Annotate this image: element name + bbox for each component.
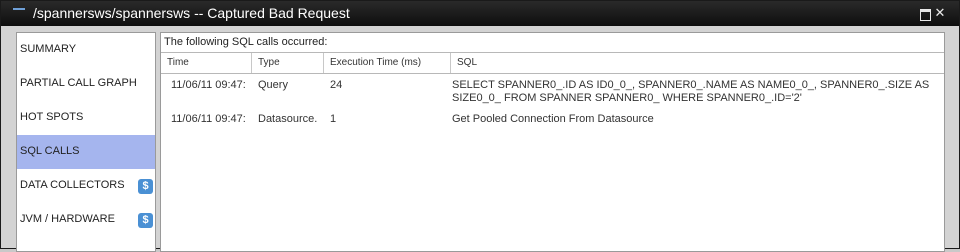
sidebar-item-sql-calls[interactable]: SQL CALLS (17, 135, 155, 169)
dollar-icon: $ (138, 213, 153, 228)
sidebar-item-summary[interactable]: SUMMARY (17, 33, 155, 67)
cell-sql: SELECT SPANNER0_.ID AS ID0_0_, SPANNER0_… (452, 79, 930, 104)
sql-calls-panel: The following SQL calls occurred: Time T… (160, 32, 945, 252)
cell-type: Datasource. (258, 113, 318, 125)
title-bar[interactable]: /spannersws/spannersws -- Captured Bad R… (1, 1, 959, 26)
dollar-icon: $ (138, 179, 153, 194)
column-header-type[interactable]: Type (252, 53, 324, 73)
sidebar-item-hot-spots[interactable]: HOT SPOTS (17, 101, 155, 135)
close-icon[interactable]: ✕ (933, 6, 947, 20)
sidebar-item-jvm-hardware[interactable]: JVM / HARDWARE $ (17, 203, 155, 237)
cell-exec-time: 24 (330, 79, 343, 91)
sidebar-item-label: JVM / HARDWARE (20, 213, 115, 225)
sidebar-item-label: SQL CALLS (20, 145, 80, 157)
table-row[interactable]: 11/06/11 09:47: Query 24 SELECT SPANNER0… (161, 79, 944, 111)
table-header: Time Type Execution Time (ms) SQL (161, 52, 944, 74)
panel-heading: The following SQL calls occurred: (164, 36, 328, 48)
cell-exec-time: 1 (330, 113, 337, 125)
captured-bad-request-window: /spannersws/spannersws -- Captured Bad R… (0, 0, 960, 252)
cell-time: 11/06/11 09:47: (171, 113, 246, 125)
sidebar-item-partial-call-graph[interactable]: PARTIAL CALL GRAPH (17, 67, 155, 101)
sidebar-item-data-collectors[interactable]: DATA COLLECTORS $ (17, 169, 155, 203)
window-title: /spannersws/spannersws -- Captured Bad R… (33, 5, 350, 21)
cell-sql: Get Pooled Connection From Datasource (452, 113, 654, 125)
maximize-icon[interactable] (918, 6, 932, 21)
sidebar-item-label: HOT SPOTS (20, 111, 84, 123)
column-header-time[interactable]: Time (161, 53, 252, 73)
column-header-sql[interactable]: SQL (451, 53, 944, 73)
cell-type: Query (258, 79, 288, 91)
sidebar-item-label: SUMMARY (20, 43, 77, 55)
column-header-execution-time[interactable]: Execution Time (ms) (324, 53, 451, 73)
sidebar: SUMMARY PARTIAL CALL GRAPH HOT SPOTS SQL… (16, 32, 156, 252)
cell-time: 11/06/11 09:47: (171, 79, 246, 91)
table-row[interactable]: 11/06/11 09:47: Datasource. 1 Get Pooled… (161, 113, 944, 129)
sidebar-item-label: PARTIAL CALL GRAPH (20, 77, 137, 89)
menu-icon[interactable] (13, 8, 25, 18)
sidebar-item-label: DATA COLLECTORS (20, 179, 125, 191)
